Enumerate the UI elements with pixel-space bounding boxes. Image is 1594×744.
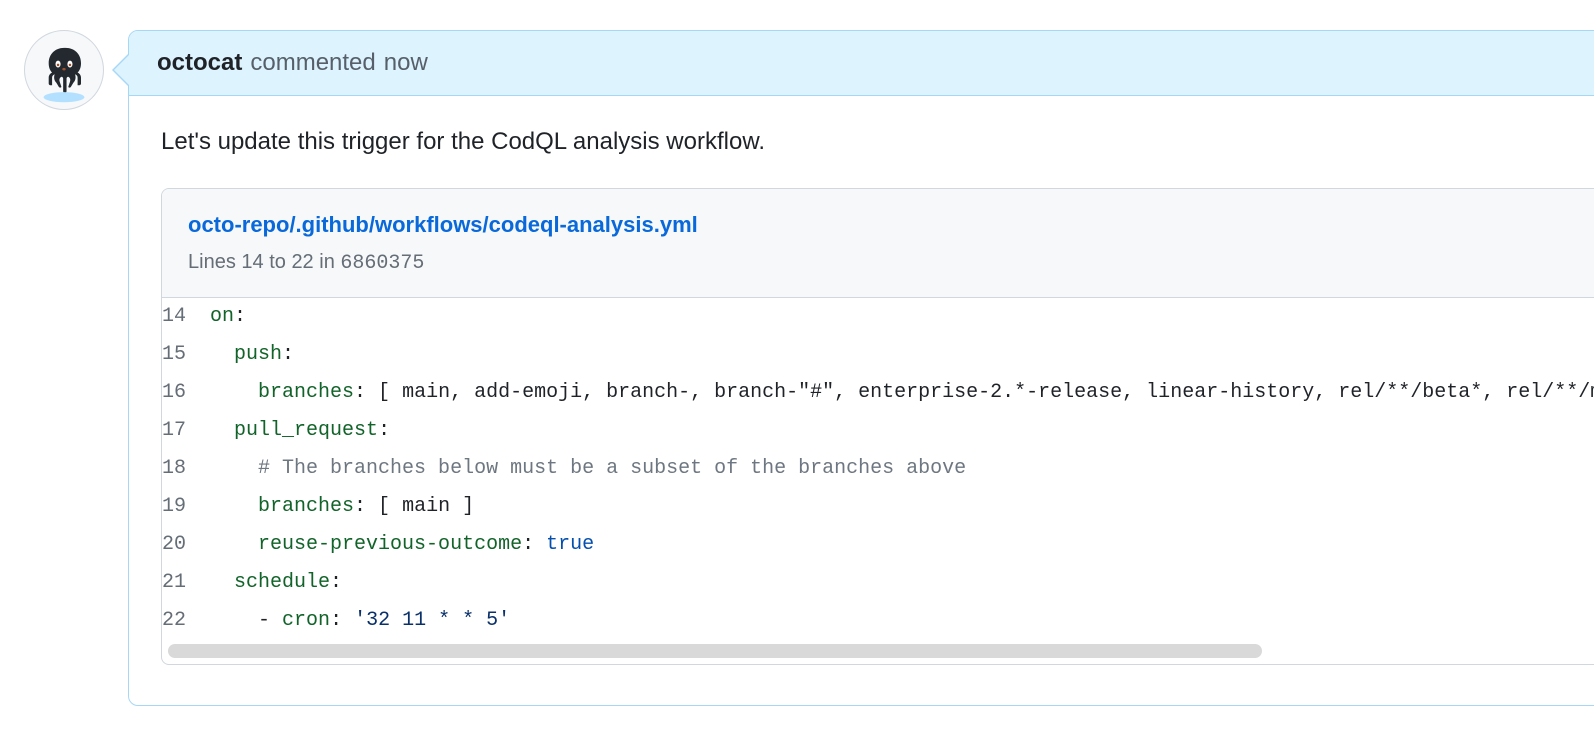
code-content[interactable]: schedule: — [186, 564, 1594, 602]
code-content[interactable]: push: — [186, 336, 1594, 374]
code-line: 17 pull_request: — [162, 412, 1594, 450]
code-line: 21 schedule: — [162, 564, 1594, 602]
horizontal-scrollbar[interactable] — [168, 644, 1594, 658]
line-number[interactable]: 17 — [162, 412, 186, 450]
code-content[interactable]: branches: [ main ] — [186, 488, 1594, 526]
comment-box: octocat commented now Let's update this … — [128, 30, 1594, 706]
code-line: 16 branches: [ main, add-emoji, branch-,… — [162, 374, 1594, 412]
code-content[interactable]: pull_request: — [186, 412, 1594, 450]
code-content[interactable]: reuse-previous-outcome: true — [186, 526, 1594, 564]
code-content[interactable]: branches: [ main, add-emoji, branch-, br… — [186, 374, 1594, 412]
code-line: 14 on: — [162, 298, 1594, 336]
avatar[interactable] — [24, 30, 104, 110]
line-number[interactable]: 21 — [162, 564, 186, 602]
timeline-comment: octocat commented now Let's update this … — [24, 30, 1570, 706]
speech-arrow — [112, 54, 128, 86]
code-line: 22 - cron: '32 11 * * 5' — [162, 602, 1594, 640]
comment-action: commented — [250, 49, 375, 77]
comment-header: octocat commented now — [129, 31, 1594, 96]
comment-timestamp[interactable]: now — [384, 49, 428, 77]
code-line: 15 push: — [162, 336, 1594, 374]
comment-container: octocat commented now Let's update this … — [128, 30, 1594, 706]
line-number[interactable]: 16 — [162, 374, 186, 412]
code-line: 18 # The branches below must be a subset… — [162, 450, 1594, 488]
code-scroll-area[interactable]: 14 on:15 push:16 branches: [ main, add-e… — [162, 298, 1594, 640]
line-number[interactable]: 19 — [162, 488, 186, 526]
commit-sha[interactable]: 6860375 — [340, 252, 424, 275]
file-path-link[interactable]: octo-repo/.github/workflows/codeql-analy… — [188, 212, 698, 237]
code-line: 20 reuse-previous-outcome: true — [162, 526, 1594, 564]
author-link[interactable]: octocat — [157, 49, 242, 77]
code-content[interactable]: - cron: '32 11 * * 5' — [186, 602, 1594, 640]
comment-body: Let's update this trigger for the CodQL … — [129, 96, 1594, 705]
snippet-header: octo-repo/.github/workflows/codeql-analy… — [162, 189, 1594, 298]
line-number[interactable]: 14 — [162, 298, 186, 336]
line-number[interactable]: 20 — [162, 526, 186, 564]
code-content[interactable]: on: — [186, 298, 1594, 336]
line-number[interactable]: 18 — [162, 450, 186, 488]
octocat-icon — [30, 36, 98, 104]
line-number[interactable]: 15 — [162, 336, 186, 374]
code-content[interactable]: # The branches below must be a subset of… — [186, 450, 1594, 488]
code-line: 19 branches: [ main ] — [162, 488, 1594, 526]
scrollbar-thumb[interactable] — [168, 644, 1262, 658]
code-snippet: octo-repo/.github/workflows/codeql-analy… — [161, 188, 1594, 665]
comment-text: Let's update this trigger for the CodQL … — [161, 124, 1594, 160]
code-table: 14 on:15 push:16 branches: [ main, add-e… — [162, 298, 1594, 640]
line-number[interactable]: 22 — [162, 602, 186, 640]
lines-info: Lines 14 to 22 in 6860375 — [188, 247, 1594, 279]
